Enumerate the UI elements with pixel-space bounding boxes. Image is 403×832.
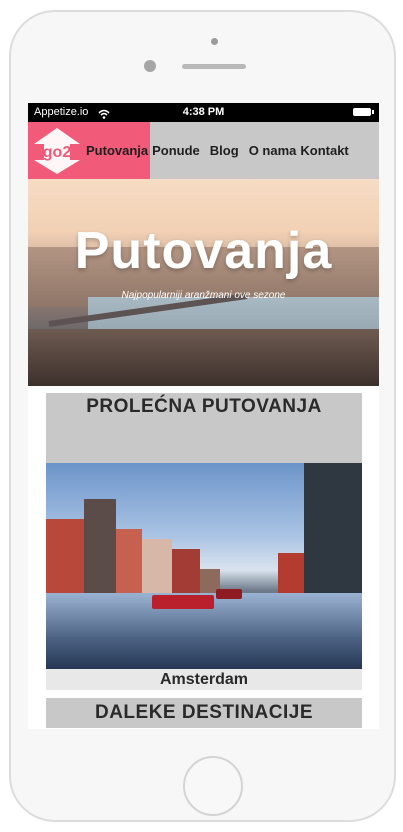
- brand-logo[interactable]: go2: [28, 122, 86, 179]
- clock: 4:38 PM: [182, 106, 225, 118]
- hero-subtitle: Najpopularniji aranžmani ove sezone: [121, 290, 286, 301]
- hero-title: Putovanja: [74, 222, 333, 280]
- nav-item-blog[interactable]: Blog: [208, 122, 241, 179]
- top-navigation: go2 Putovanja Ponude Blog O nama Kontakt: [28, 122, 379, 179]
- section-heading-far: DALEKE DESTINACIJE: [46, 698, 362, 728]
- nav-item-kontakt[interactable]: Kontakt: [298, 122, 350, 179]
- nav-item-ponude[interactable]: Ponude: [150, 122, 202, 179]
- hero-shoreline: [28, 329, 379, 386]
- destination-caption[interactable]: Amsterdam: [46, 669, 362, 690]
- home-button[interactable]: [183, 756, 243, 816]
- canal-house: [304, 463, 362, 609]
- far-section-header: DALEKE DESTINACIJE: [46, 698, 362, 728]
- content-column: PROLEĆNA PUTOVANJA Amsterdam DALEKE DEST…: [46, 393, 362, 728]
- sensor-dot: [211, 38, 218, 45]
- nav-item-o-nama[interactable]: O nama: [247, 122, 299, 179]
- nav-item-putovanja[interactable]: Putovanja: [86, 122, 151, 179]
- destination-image-amsterdam[interactable]: [46, 463, 362, 669]
- spring-section-header: PROLEĆNA PUTOVANJA: [46, 393, 362, 463]
- hero-banner: Putovanja Najpopularniji aranžmani ove s…: [28, 179, 379, 386]
- logo-text: go2: [43, 144, 72, 161]
- front-camera: [144, 60, 156, 72]
- section-spacer: [46, 690, 362, 698]
- status-bar: Appetize.io 4:38 PM: [28, 103, 379, 122]
- canal-boat: [152, 595, 214, 609]
- logo-arrow-icon: go2: [34, 128, 80, 174]
- canal-boat: [216, 589, 242, 599]
- earpiece-speaker: [182, 64, 246, 69]
- nav-menu: Putovanja Ponude Blog O nama Kontakt: [86, 122, 351, 179]
- battery-icon: [353, 108, 374, 116]
- section-heading-spring: PROLEĆNA PUTOVANJA: [46, 393, 362, 421]
